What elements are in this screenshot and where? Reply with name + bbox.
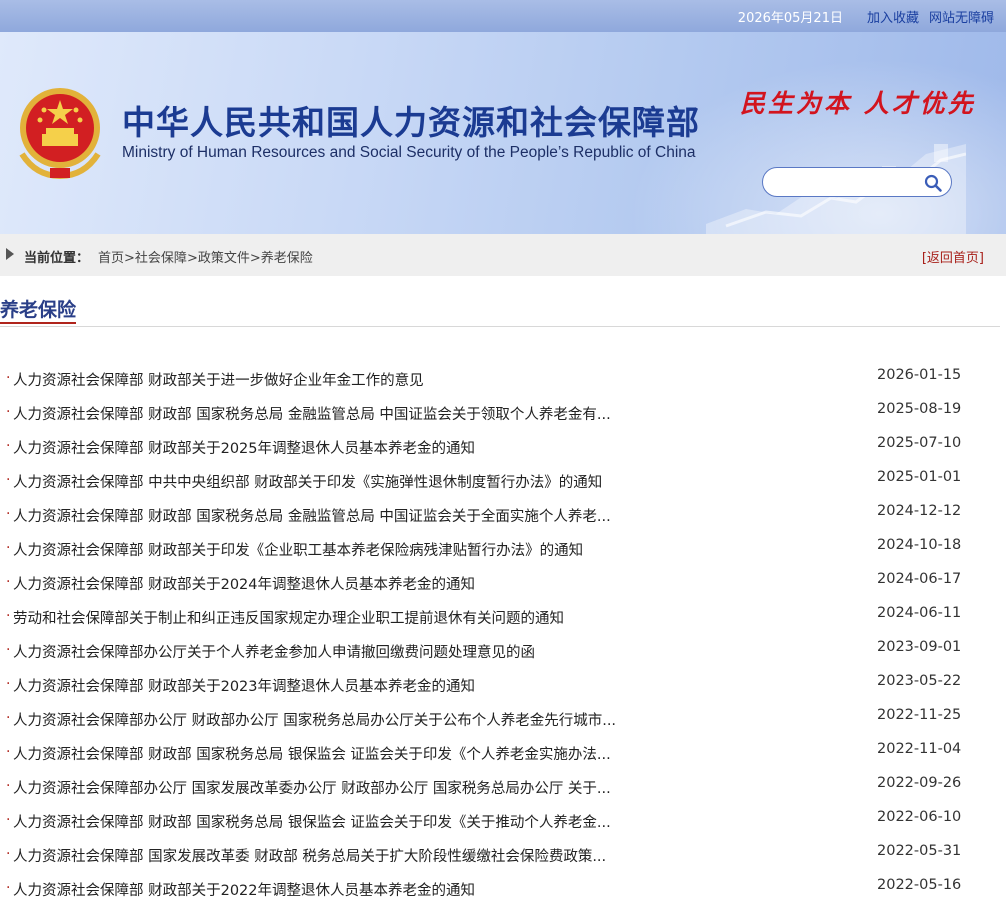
- bullet-dot: ·: [6, 880, 11, 896]
- article-date: 2025-01-01: [877, 469, 962, 485]
- article-title-link[interactable]: 人力资源社会保障部 财政部关于印发《企业职工基本养老保险病残津贴暂行办法》的通知: [13, 539, 679, 560]
- article-date: 2023-09-01: [877, 639, 962, 655]
- list-item[interactable]: · 人力资源社会保障部 财政部 国家税务总局 金融监管总局 中国证监会关于领取个人…: [6, 397, 996, 431]
- national-emblem-icon: [19, 88, 101, 180]
- header-banner: 中华人民共和国人力资源和社会保障部 Ministry of Human Reso…: [0, 32, 1006, 234]
- article-date: 2022-09-26: [877, 775, 962, 791]
- article-date: 2024-10-18: [877, 537, 962, 553]
- search-input[interactable]: [775, 173, 925, 192]
- bullet-dot: ·: [6, 472, 11, 488]
- bullet-dot: ·: [6, 710, 11, 726]
- ministry-title-cn: 中华人民共和国人力资源和社会保障部: [122, 103, 700, 142]
- breadcrumb-bar: 当前位置： 首页>社会保障>政策文件>养老保险 [返回首页]: [0, 234, 1006, 276]
- article-title-link[interactable]: 人力资源社会保障部 财政部关于2022年调整退休人员基本养老金的通知: [13, 879, 679, 900]
- article-title-link[interactable]: 人力资源社会保障部办公厅 财政部办公厅 国家税务总局办公厅关于公布个人养老金先行…: [13, 709, 679, 730]
- section-divider: [0, 326, 1000, 327]
- article-title-link[interactable]: 人力资源社会保障部办公厅 国家发展改革委办公厅 财政部办公厅 国家税务总局办公厅…: [13, 777, 679, 798]
- list-item[interactable]: · 劳动和社会保障部关于制止和纠正违反国家规定办理企业职工提前退休有关问题的通知 2…: [6, 601, 996, 635]
- list-item[interactable]: · 人力资源社会保障部 财政部 国家税务总局 银保监会 证监会关于印发《关于推动个…: [6, 805, 996, 839]
- article-date: 2025-07-10: [877, 435, 962, 451]
- article-title-link[interactable]: 人力资源社会保障部 财政部 国家税务总局 金融监管总局 中国证监会关于领取个人养…: [13, 403, 679, 424]
- section-underline: [0, 322, 76, 324]
- list-item[interactable]: · 人力资源社会保障部 财政部关于2025年调整退休人员基本养老金的通知 2025-…: [6, 431, 996, 465]
- list-item[interactable]: · 人力资源社会保障部 财政部关于进一步做好企业年金工作的意见 2026-01-15: [6, 363, 996, 397]
- breadcrumb-item-social-security[interactable]: 社会保障: [135, 251, 187, 266]
- article-date: 2022-06-10: [877, 809, 962, 825]
- breadcrumb-item-policy[interactable]: 政策文件: [198, 251, 250, 266]
- bullet-dot: ·: [6, 370, 11, 386]
- bullet-dot: ·: [6, 778, 11, 794]
- bullet-dot: ·: [6, 574, 11, 590]
- article-title-link[interactable]: 人力资源社会保障部 中共中央组织部 财政部关于印发《实施弹性退休制度暂行办法》的…: [13, 471, 679, 492]
- breadcrumb-item-home[interactable]: 首页: [98, 251, 124, 266]
- article-date: 2022-05-16: [877, 877, 962, 893]
- article-date: 2022-11-04: [877, 741, 962, 757]
- article-list: · 人力资源社会保障部 财政部关于进一步做好企业年金工作的意见 2026-01-15…: [6, 363, 996, 907]
- list-item[interactable]: · 人力资源社会保障部 财政部关于2023年调整退休人员基本养老金的通知 2023-…: [6, 669, 996, 703]
- top-bar: 2026年05月21日 加入收藏 网站无障碍: [0, 0, 1006, 32]
- bullet-dot: ·: [6, 404, 11, 420]
- list-item[interactable]: · 人力资源社会保障部 国家发展改革委 财政部 税务总局关于扩大阶段性缓缴社会保险…: [6, 839, 996, 873]
- search-box: [762, 167, 952, 197]
- article-date: 2026-01-15: [877, 367, 962, 383]
- article-title-link[interactable]: 劳动和社会保障部关于制止和纠正违反国家规定办理企业职工提前退休有关问题的通知: [13, 607, 679, 628]
- bullet-dot: ·: [6, 438, 11, 454]
- breadcrumb-separator: >: [186, 251, 198, 266]
- article-title-link[interactable]: 人力资源社会保障部 财政部 国家税务总局 金融监管总局 中国证监会关于全面实施个…: [13, 505, 679, 526]
- breadcrumb-label: 当前位置：: [24, 251, 90, 266]
- list-item[interactable]: · 人力资源社会保障部 中共中央组织部 财政部关于印发《实施弹性退休制度暂行办法》…: [6, 465, 996, 499]
- bullet-dot: ·: [6, 812, 11, 828]
- triangle-right-icon: [6, 248, 14, 260]
- article-title-link[interactable]: 人力资源社会保障部 财政部关于进一步做好企业年金工作的意见: [13, 369, 679, 390]
- article-date: 2024-12-12: [877, 503, 962, 519]
- list-item[interactable]: · 人力资源社会保障部 财政部关于印发《企业职工基本养老保险病残津贴暂行办法》的通…: [6, 533, 996, 567]
- article-date: 2024-06-11: [877, 605, 962, 621]
- current-date: 2026年05月21日: [737, 10, 843, 26]
- article-date: 2023-05-22: [877, 673, 962, 689]
- article-title-link[interactable]: 人力资源社会保障部 财政部 国家税务总局 银保监会 证监会关于印发《个人养老金实…: [13, 743, 679, 764]
- bullet-dot: ·: [6, 744, 11, 760]
- article-title-link[interactable]: 人力资源社会保障部 国家发展改革委 财政部 税务总局关于扩大阶段性缓缴社会保险费…: [13, 845, 679, 866]
- article-title-link[interactable]: 人力资源社会保障部 财政部关于2024年调整退休人员基本养老金的通知: [13, 573, 679, 594]
- breadcrumb: 首页>社会保障>政策文件>养老保险: [98, 247, 313, 266]
- list-item[interactable]: · 人力资源社会保障部 财政部 国家税务总局 金融监管总局 中国证监会关于全面实施…: [6, 499, 996, 533]
- list-item[interactable]: · 人力资源社会保障部办公厅 国家发展改革委办公厅 财政部办公厅 国家税务总局办公…: [6, 771, 996, 805]
- bullet-dot: ·: [6, 608, 11, 624]
- list-item[interactable]: · 人力资源社会保障部 财政部关于2022年调整退休人员基本养老金的通知 2022-…: [6, 873, 996, 907]
- section-title: 养老保险: [0, 299, 77, 321]
- article-title-link[interactable]: 人力资源社会保障部 财政部关于2025年调整退休人员基本养老金的通知: [13, 437, 679, 458]
- list-item[interactable]: · 人力资源社会保障部办公厅 财政部办公厅 国家税务总局办公厅关于公布个人养老金先…: [6, 703, 996, 737]
- breadcrumb-item-pension[interactable]: 养老保险: [261, 251, 313, 266]
- bullet-dot: ·: [6, 642, 11, 658]
- article-title-link[interactable]: 人力资源社会保障部办公厅关于个人养老金参加人申请撤回缴费问题处理意见的函: [13, 641, 679, 662]
- article-date: 2022-11-25: [877, 707, 962, 723]
- accessibility-link[interactable]: 网站无障碍: [929, 7, 994, 26]
- bullet-dot: ·: [6, 676, 11, 692]
- ministry-title-en: Ministry of Human Resources and Social S…: [122, 144, 696, 161]
- article-title-link[interactable]: 人力资源社会保障部 财政部关于2023年调整退休人员基本养老金的通知: [13, 675, 679, 696]
- slogan: 民生为本 人才优先: [740, 89, 976, 118]
- search-icon[interactable]: [923, 173, 943, 193]
- bullet-dot: ·: [6, 506, 11, 522]
- list-item[interactable]: · 人力资源社会保障部办公厅关于个人养老金参加人申请撤回缴费问题处理意见的函 202…: [6, 635, 996, 669]
- breadcrumb-separator: >: [124, 251, 135, 266]
- bullet-dot: ·: [6, 540, 11, 556]
- back-home-link[interactable]: [返回首页]: [922, 247, 984, 266]
- list-item[interactable]: · 人力资源社会保障部 财政部关于2024年调整退休人员基本养老金的通知 2024-…: [6, 567, 996, 601]
- breadcrumb-separator: >: [249, 251, 261, 266]
- bullet-dot: ·: [6, 846, 11, 862]
- article-title-link[interactable]: 人力资源社会保障部 财政部 国家税务总局 银保监会 证监会关于印发《关于推动个人…: [13, 811, 679, 832]
- article-date: 2024-06-17: [877, 571, 962, 587]
- add-favorite-link[interactable]: 加入收藏: [867, 7, 919, 26]
- article-date: 2022-05-31: [877, 843, 962, 859]
- article-date: 2025-08-19: [877, 401, 962, 417]
- list-item[interactable]: · 人力资源社会保障部 财政部 国家税务总局 银保监会 证监会关于印发《个人养老金…: [6, 737, 996, 771]
